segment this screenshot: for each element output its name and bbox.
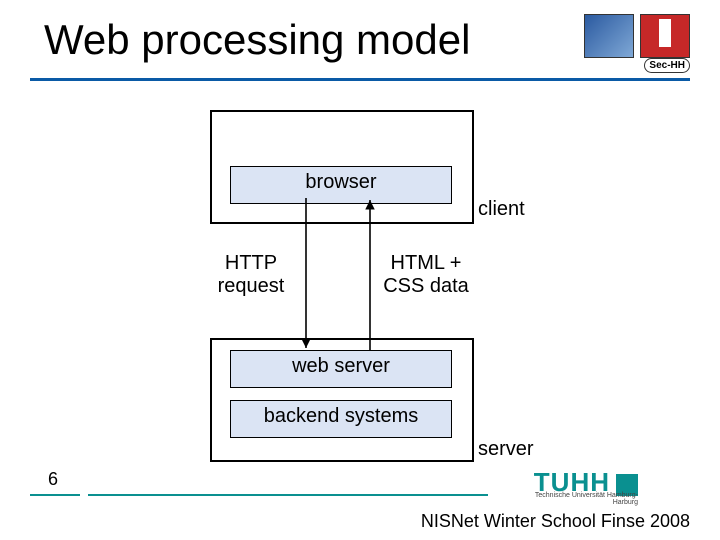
slide-title: Web processing model — [44, 16, 470, 64]
footer-text: NISNet Winter School Finse 2008 — [421, 511, 690, 532]
server-label: server — [478, 438, 534, 461]
hamburg-crest-icon — [640, 14, 690, 58]
client-label: client — [478, 198, 525, 221]
web-server-box: web server — [230, 350, 452, 388]
title-rule — [30, 78, 690, 81]
header-logos — [584, 14, 690, 58]
browser-box: browser — [230, 166, 452, 204]
footer-rule-left — [30, 494, 80, 496]
globe-logo-icon — [584, 14, 634, 58]
html-css-label: HTML + CSS data — [376, 252, 476, 298]
sec-badge: Sec-HH — [644, 58, 690, 73]
backend-systems-box: backend systems — [230, 400, 452, 438]
footer-rule — [88, 494, 488, 496]
page-number: 6 — [48, 469, 58, 490]
http-request-label: HTTP request — [206, 252, 296, 298]
tuhh-subtitle: Technische Universität Hamburg-Harburg — [518, 492, 638, 506]
